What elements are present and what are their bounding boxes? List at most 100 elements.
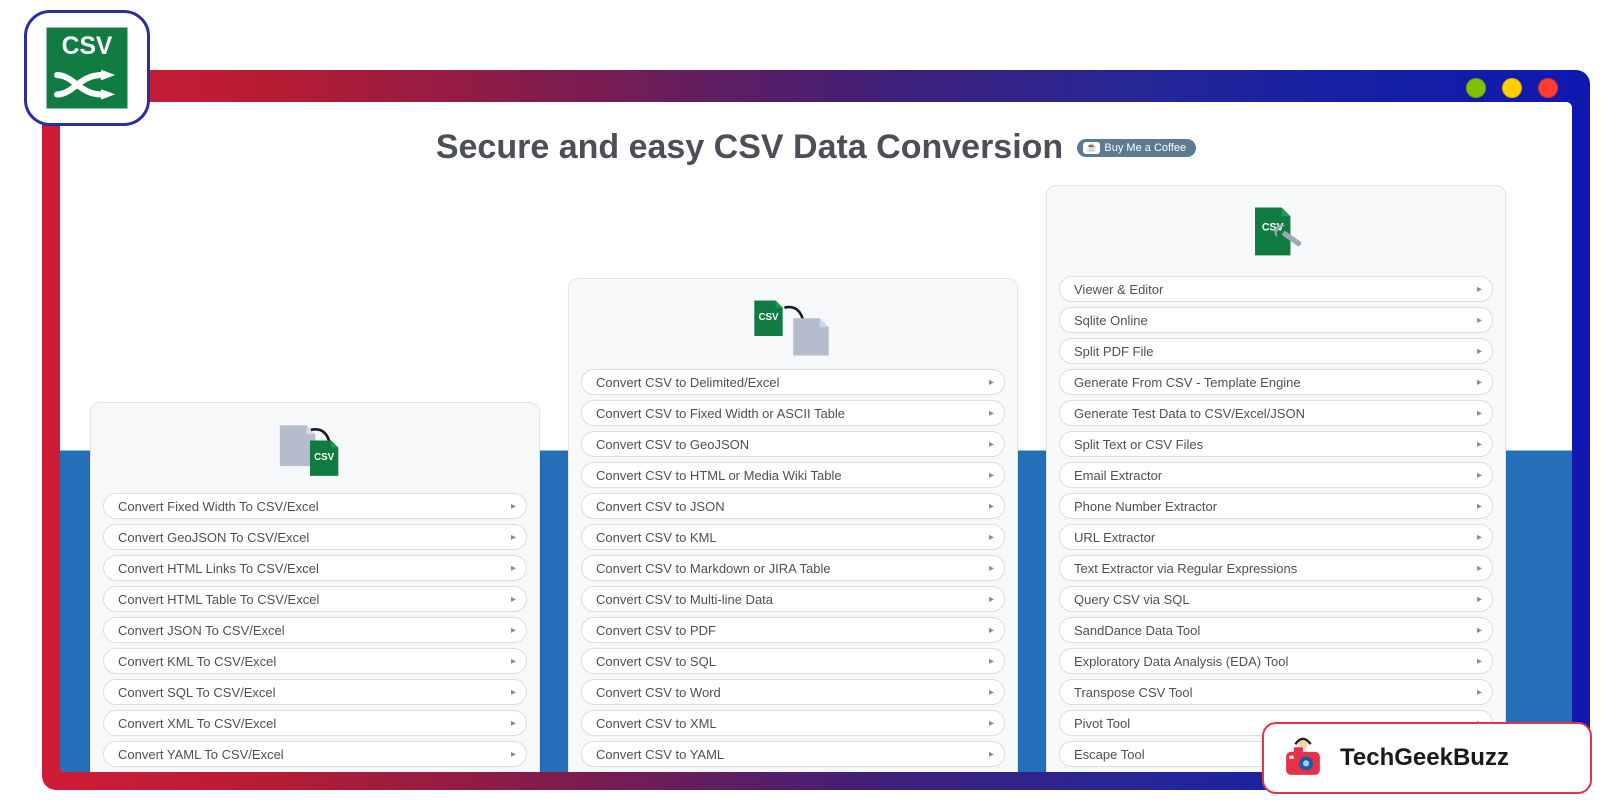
list-item[interactable]: Query CSV via SQL▸ bbox=[1059, 586, 1493, 612]
list-item[interactable]: Convert CSV to HTML or Media Wiki Table ▸ bbox=[581, 462, 1005, 488]
list-item-label: Convert HTML Table To CSV/Excel bbox=[118, 592, 319, 607]
chevron-right-icon: ▸ bbox=[989, 563, 994, 574]
list-item[interactable]: Text Extractor via Regular Expressions▸ bbox=[1059, 555, 1493, 581]
list-item-label: Convert CSV to HTML or Media Wiki Table bbox=[596, 468, 842, 483]
list-item-label: Convert CSV to SQL bbox=[596, 654, 716, 669]
list-item[interactable]: Generate Test Data to CSV/Excel/JSON ▸ bbox=[1059, 400, 1493, 426]
coffee-label: Buy Me a Coffee bbox=[1104, 142, 1186, 154]
list-item-label: URL Extractor bbox=[1074, 530, 1155, 545]
list-item[interactable]: Convert HTML Table To CSV/Excel ▸ bbox=[103, 586, 527, 612]
list-item[interactable]: Convert CSV to XML▸ bbox=[581, 710, 1005, 736]
chevron-right-icon: ▸ bbox=[989, 749, 994, 760]
list-item-label: Convert CSV to Markdown or JIRA Table bbox=[596, 561, 831, 576]
buy-me-a-coffee-button[interactable]: ☕ Buy Me a Coffee bbox=[1077, 139, 1196, 157]
list-item[interactable]: Convert Fixed Width To CSV/Excel▸ bbox=[103, 493, 527, 519]
list-item-label: Convert YAML To CSV/Excel bbox=[118, 747, 284, 762]
chevron-right-icon: ▸ bbox=[1477, 470, 1482, 481]
chevron-right-icon: ▸ bbox=[989, 594, 994, 605]
chevron-right-icon: ▸ bbox=[1477, 625, 1482, 636]
chevron-right-icon: ▸ bbox=[511, 656, 516, 667]
list-item[interactable]: Transpose CSV Tool▸ bbox=[1059, 679, 1493, 705]
list-item[interactable]: Email Extractor▸ bbox=[1059, 462, 1493, 488]
list-item[interactable]: Convert HTML Links To CSV/Excel ▸ bbox=[103, 555, 527, 581]
window-close-icon[interactable] bbox=[1538, 78, 1558, 98]
list-item[interactable]: Convert CSV to Markdown or JIRA Table ▸ bbox=[581, 555, 1005, 581]
list-item[interactable]: Viewer & Editor▸ bbox=[1059, 276, 1493, 302]
list-item-label: Convert CSV to Fixed Width or ASCII Tabl… bbox=[596, 406, 845, 421]
list-item[interactable]: Convert CSV to Word▸ bbox=[581, 679, 1005, 705]
list-item[interactable]: Convert JSON To CSV/Excel▸ bbox=[103, 617, 527, 643]
list-item[interactable]: Convert SQL To CSV/Excel▸ bbox=[103, 679, 527, 705]
panel-to-csv: CSV Convert Fixed Width To CSV/Excel▸Con… bbox=[90, 402, 540, 772]
list-item-label: Text Extractor via Regular Expressions bbox=[1074, 561, 1297, 576]
window-minimize-icon[interactable] bbox=[1466, 78, 1486, 98]
list-item-label: Convert Fixed Width To CSV/Excel bbox=[118, 499, 319, 514]
list-item-label: Escape Tool bbox=[1074, 747, 1145, 762]
chevron-right-icon: ▸ bbox=[511, 749, 516, 760]
list-item[interactable]: Convert CSV to KML ▸ bbox=[581, 524, 1005, 550]
list-item[interactable]: Convert CSV to SQL ▸ bbox=[581, 648, 1005, 674]
chevron-right-icon: ▸ bbox=[1477, 439, 1482, 450]
svg-text:CSV: CSV bbox=[314, 452, 335, 463]
list-item-label: Exploratory Data Analysis (EDA) Tool bbox=[1074, 654, 1288, 669]
list-item[interactable]: Convert KML To CSV/Excel▸ bbox=[103, 648, 527, 674]
list-item[interactable]: Convert XML To CSV/Excel ▸ bbox=[103, 710, 527, 736]
tools-list: Viewer & Editor▸Sqlite Online▸Split PDF … bbox=[1059, 276, 1493, 767]
list-item[interactable]: Sqlite Online ▸ bbox=[1059, 307, 1493, 333]
list-item[interactable]: Phone Number Extractor▸ bbox=[1059, 493, 1493, 519]
list-item-label: Convert SQL To CSV/Excel bbox=[118, 685, 276, 700]
techgeekbuzz-badge[interactable]: TechGeekBuzz bbox=[1262, 722, 1592, 794]
panel-tools: CSV Viewer & Editor▸Sqlite Online▸Split … bbox=[1046, 185, 1506, 772]
list-item-label: Convert CSV to PDF bbox=[596, 623, 716, 638]
list-item[interactable]: Convert GeoJSON To CSV/Excel▸ bbox=[103, 524, 527, 550]
list-item[interactable]: Convert CSV to PDF ▸ bbox=[581, 617, 1005, 643]
list-item[interactable]: Convert CSV to YAML ▸ bbox=[581, 741, 1005, 767]
panels: CSV Convert Fixed Width To CSV/Excel▸Con… bbox=[60, 185, 1572, 772]
chevron-right-icon: ▸ bbox=[1477, 315, 1482, 326]
list-item[interactable]: Generate From CSV - Template Engine▸ bbox=[1059, 369, 1493, 395]
chevron-right-icon: ▸ bbox=[989, 532, 994, 543]
list-item[interactable]: URL Extractor▸ bbox=[1059, 524, 1493, 550]
panel-from-csv: CSV Convert CSV to Delimited/Excel▸Conve… bbox=[568, 278, 1018, 772]
list-item-label: Convert XML To CSV/Excel bbox=[118, 716, 276, 731]
chevron-right-icon: ▸ bbox=[511, 625, 516, 636]
list-item-label: Generate Test Data to CSV/Excel/JSON bbox=[1074, 406, 1305, 421]
chevron-right-icon: ▸ bbox=[989, 656, 994, 667]
chevron-right-icon: ▸ bbox=[511, 718, 516, 729]
list-item-label: Query CSV via SQL bbox=[1074, 592, 1190, 607]
page-title: Secure and easy CSV Data Conversion bbox=[436, 128, 1063, 167]
list-item[interactable]: Exploratory Data Analysis (EDA) Tool▸ bbox=[1059, 648, 1493, 674]
chevron-right-icon: ▸ bbox=[989, 470, 994, 481]
list-item-label: Sqlite Online bbox=[1074, 313, 1148, 328]
list-item-label: Convert GeoJSON To CSV/Excel bbox=[118, 530, 309, 545]
chevron-right-icon: ▸ bbox=[1477, 501, 1482, 512]
chevron-right-icon: ▸ bbox=[1477, 408, 1482, 419]
list-item[interactable]: SandDance Data Tool▸ bbox=[1059, 617, 1493, 643]
list-item-label: Transpose CSV Tool bbox=[1074, 685, 1193, 700]
window-frame: Secure and easy CSV Data Conversion ☕ Bu… bbox=[42, 70, 1590, 790]
list-item[interactable]: Split Text or CSV Files ▸ bbox=[1059, 431, 1493, 457]
list-item[interactable]: Convert CSV to Multi-line Data ▸ bbox=[581, 586, 1005, 612]
list-item-label: Convert CSV to JSON bbox=[596, 499, 725, 514]
chevron-right-icon: ▸ bbox=[989, 625, 994, 636]
list-item-label: Convert CSV to YAML bbox=[596, 747, 724, 762]
list-item[interactable]: Split PDF File▸ bbox=[1059, 338, 1493, 364]
site-logo[interactable]: CSV bbox=[24, 10, 150, 126]
window-maximize-icon[interactable] bbox=[1502, 78, 1522, 98]
list-item-label: Generate From CSV - Template Engine bbox=[1074, 375, 1301, 390]
chevron-right-icon: ▸ bbox=[511, 563, 516, 574]
list-item[interactable]: Convert CSV to Delimited/Excel▸ bbox=[581, 369, 1005, 395]
chevron-right-icon: ▸ bbox=[1477, 346, 1482, 357]
list-item-label: Convert HTML Links To CSV/Excel bbox=[118, 561, 319, 576]
list-item[interactable]: Convert CSV to JSON▸ bbox=[581, 493, 1005, 519]
list-item-label: Convert CSV to Multi-line Data bbox=[596, 592, 773, 607]
chevron-right-icon: ▸ bbox=[511, 594, 516, 605]
list-item-label: Split Text or CSV Files bbox=[1074, 437, 1203, 452]
list-item-label: Convert CSV to Delimited/Excel bbox=[596, 375, 780, 390]
chevron-right-icon: ▸ bbox=[989, 687, 994, 698]
list-item[interactable]: Convert CSV to Fixed Width or ASCII Tabl… bbox=[581, 400, 1005, 426]
list-item[interactable]: Convert YAML To CSV/Excel ▸ bbox=[103, 741, 527, 767]
list-item-label: Convert CSV to KML bbox=[596, 530, 717, 545]
svg-text:CSV: CSV bbox=[1262, 222, 1284, 234]
list-item[interactable]: Convert CSV to GeoJSON▸ bbox=[581, 431, 1005, 457]
